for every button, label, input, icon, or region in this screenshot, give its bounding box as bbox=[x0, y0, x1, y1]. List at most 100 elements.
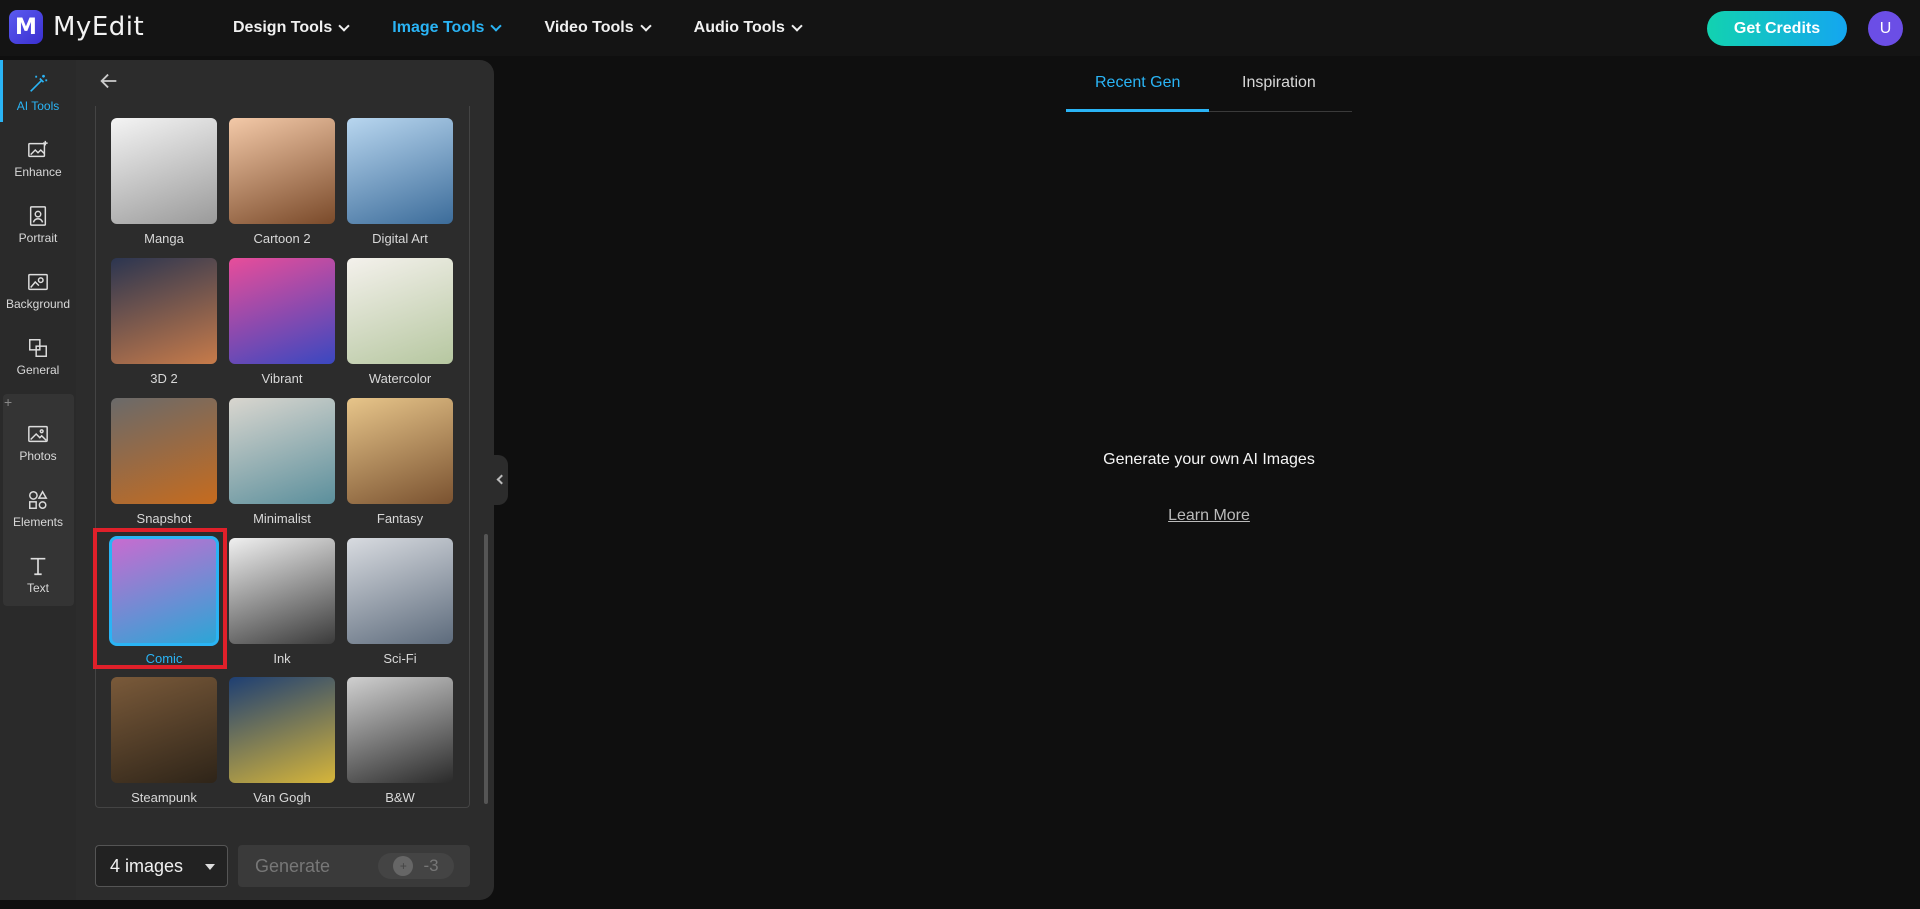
tab-inspiration[interactable]: Inspiration bbox=[1242, 74, 1316, 92]
rail-item-text[interactable]: Text bbox=[0, 542, 76, 608]
gallery-tabs: Recent Gen Inspiration bbox=[1066, 68, 1352, 112]
generate-cost: -3 bbox=[423, 856, 439, 875]
style-grid: Manga Cartoon 2 Digital Art 3D 2 Vibrant Wate… bbox=[95, 106, 470, 808]
chevron-down-icon bbox=[791, 20, 803, 32]
back-arrow-icon[interactable] bbox=[98, 70, 120, 92]
nav-label: Image Tools bbox=[392, 19, 485, 36]
style-label: Fantasy bbox=[376, 511, 424, 526]
active-tab-indicator bbox=[1066, 109, 1209, 112]
style-label: Cartoon 2 bbox=[253, 231, 311, 246]
rail-item-ai-tools[interactable]: AI Tools bbox=[0, 60, 76, 126]
style-thumbnail bbox=[111, 118, 217, 224]
rail-item-label: Text bbox=[26, 581, 49, 595]
nav-label: Audio Tools bbox=[693, 19, 785, 36]
tab-recent-gen[interactable]: Recent Gen bbox=[1095, 74, 1180, 92]
style-thumbnail bbox=[347, 118, 453, 224]
rail-item-general[interactable]: General bbox=[0, 324, 76, 390]
style-label: 3D 2 bbox=[150, 371, 178, 386]
rail-item-label: General bbox=[16, 363, 60, 377]
rail-item-photos[interactable]: Photos bbox=[0, 410, 76, 476]
image-count-select[interactable]: 4 images bbox=[95, 845, 228, 887]
app-logo[interactable]: M MyEdit bbox=[9, 10, 144, 44]
plus-icon[interactable]: + bbox=[4, 394, 12, 410]
style-label: Vibrant bbox=[261, 371, 303, 386]
style-tile-cartoon-2[interactable]: Cartoon 2 bbox=[229, 118, 335, 246]
chevron-down-icon bbox=[639, 20, 652, 32]
style-thumbnail bbox=[111, 258, 217, 364]
left-rail: + AI Tools Enhance Portrait Background G… bbox=[0, 60, 76, 900]
style-label: Steampunk bbox=[131, 790, 197, 805]
empty-state-text: Generate your own AI Images bbox=[1103, 451, 1315, 468]
style-thumbnail bbox=[347, 258, 453, 364]
style-label: Ink bbox=[273, 651, 291, 666]
nav-design-tools[interactable]: Design Tools bbox=[233, 19, 350, 37]
style-tile-vibrant[interactable]: Vibrant bbox=[229, 258, 335, 386]
rail-item-label: AI Tools bbox=[16, 99, 60, 113]
rail-item-background[interactable]: Background bbox=[0, 258, 76, 324]
nav-label: Design Tools bbox=[233, 19, 333, 36]
style-thumbnail bbox=[229, 677, 335, 783]
magic-wand-icon bbox=[30, 74, 48, 92]
style-thumbnail bbox=[347, 538, 453, 644]
style-tile-fantasy[interactable]: Fantasy bbox=[347, 398, 453, 526]
rail-item-enhance[interactable]: Enhance bbox=[0, 126, 76, 192]
style-tile-sci-fi[interactable]: Sci-Fi bbox=[347, 538, 453, 666]
main-nav: Design Tools Image Tools Video Tools Aud… bbox=[233, 0, 845, 56]
style-label: Van Gogh bbox=[253, 790, 311, 805]
style-tile-minimalist[interactable]: Minimalist bbox=[229, 398, 335, 526]
style-tile-watercolor[interactable]: Watercolor bbox=[347, 258, 453, 386]
style-thumbnail bbox=[229, 258, 335, 364]
credit-coin-icon: + bbox=[393, 856, 414, 876]
text-icon bbox=[30, 557, 46, 576]
generate-button[interactable]: Generate + -3 bbox=[238, 845, 470, 887]
style-label: Watercolor bbox=[368, 371, 432, 386]
portrait-icon bbox=[29, 206, 47, 226]
style-tile-van-gogh[interactable]: Van Gogh bbox=[229, 677, 335, 805]
style-label: Minimalist bbox=[253, 511, 311, 526]
nav-video-tools[interactable]: Video Tools bbox=[544, 19, 652, 37]
app-name: MyEdit bbox=[53, 12, 145, 42]
panel-scrollbar[interactable] bbox=[484, 534, 488, 804]
generate-label: Generate bbox=[255, 855, 331, 876]
rail-item-label: Photos bbox=[19, 449, 57, 463]
style-tile-3d-2[interactable]: 3D 2 bbox=[111, 258, 217, 386]
learn-more-link[interactable]: Learn More bbox=[1000, 507, 1418, 525]
nav-label: Video Tools bbox=[544, 19, 634, 36]
photo-icon bbox=[28, 425, 48, 443]
nav-audio-tools[interactable]: Audio Tools bbox=[693, 19, 803, 37]
style-thumbnail bbox=[111, 398, 217, 504]
top-bar: M MyEdit Design Tools Image Tools Video … bbox=[0, 0, 1920, 56]
nav-image-tools[interactable]: Image Tools bbox=[392, 19, 503, 37]
style-label: Manga bbox=[144, 231, 184, 246]
style-label: Sci-Fi bbox=[383, 651, 417, 666]
style-tile-digital-art[interactable]: Digital Art bbox=[347, 118, 453, 246]
get-credits-button[interactable]: Get Credits bbox=[1707, 11, 1847, 46]
style-tile-steampunk[interactable]: Steampunk bbox=[111, 677, 217, 805]
image-count-value: 4 images bbox=[110, 855, 184, 876]
rail-item-label: Enhance bbox=[14, 165, 62, 179]
logo-icon: M bbox=[9, 10, 43, 44]
style-thumbnail bbox=[229, 538, 335, 644]
chevron-down-icon bbox=[490, 20, 503, 32]
rail-item-label: Background bbox=[5, 297, 71, 311]
rail-item-label: Portrait bbox=[18, 231, 58, 245]
style-thumbnail bbox=[229, 398, 335, 504]
style-tile-ink[interactable]: Ink bbox=[229, 538, 335, 666]
avatar[interactable]: U bbox=[1868, 11, 1903, 46]
style-thumbnail bbox=[111, 677, 217, 783]
style-tile-b-w[interactable]: B&W bbox=[347, 677, 453, 805]
layers-icon bbox=[29, 339, 47, 357]
generate-cost-badge: + -3 bbox=[378, 853, 454, 879]
shapes-icon bbox=[29, 490, 48, 509]
rail-item-elements[interactable]: Elements bbox=[0, 476, 76, 542]
selection-highlight bbox=[93, 528, 227, 669]
caret-down-icon bbox=[205, 864, 215, 870]
image-enhance-icon bbox=[28, 140, 48, 158]
style-thumbnail bbox=[229, 118, 335, 224]
style-tile-manga[interactable]: Manga bbox=[111, 118, 217, 246]
style-thumbnail bbox=[347, 398, 453, 504]
style-tile-snapshot[interactable]: Snapshot bbox=[111, 398, 217, 526]
background-icon bbox=[28, 273, 48, 291]
style-label: Digital Art bbox=[372, 231, 428, 246]
rail-item-portrait[interactable]: Portrait bbox=[0, 192, 76, 258]
